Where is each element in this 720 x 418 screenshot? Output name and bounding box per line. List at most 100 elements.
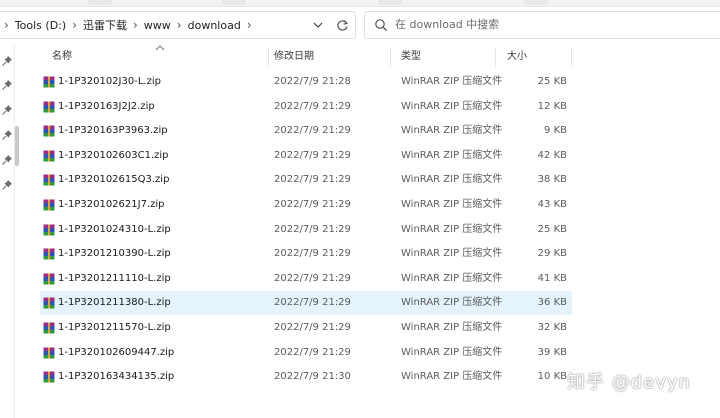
file-type: WinRAR ZIP 压缩文件 [401,223,503,235]
pin-icon[interactable] [1,79,13,91]
file-type: WinRAR ZIP 压缩文件 [401,149,503,161]
file-row[interactable]: 1-1P320163J2J2.zip 2022/7/9 21:29 WinRAR… [40,95,572,119]
file-size: 25 KB [537,223,567,235]
crumb-folder[interactable]: 迅雷下载 [81,17,129,33]
chevron-right-icon[interactable]: › [68,18,81,32]
file-type: WinRAR ZIP 压缩文件 [401,297,503,309]
file-modified-date: 2022/7/9 21:29 [274,272,351,284]
file-type: WinRAR ZIP 压缩文件 [401,272,503,284]
file-row[interactable]: 1-1P320102621J7.zip 2022/7/9 21:29 WinRA… [40,193,572,217]
file-size: 38 KB [537,174,567,186]
file-type: WinRAR ZIP 压缩文件 [401,371,503,383]
column-header-size[interactable]: 大小 [495,44,571,70]
file-name: 1-1P3201211570-L.zip [58,322,171,333]
column-header-date[interactable]: 修改日期 [262,44,390,70]
file-modified-date: 2022/7/9 21:29 [274,199,351,210]
file-modified-date: 2022/7/9 21:29 [274,297,351,309]
pin-icon[interactable] [1,55,13,67]
column-divider[interactable] [571,47,572,67]
file-row[interactable]: 1-1P320163434135.zip 2022/7/9 21:30 WinR… [40,365,572,389]
file-type: WinRAR ZIP 压缩文件 [401,346,503,358]
file-modified-date: 2022/7/9 21:29 [274,149,351,161]
file-size: 43 KB [537,199,567,210]
chevron-right-icon[interactable]: › [0,18,13,32]
crumb-current-folder[interactable]: download [186,19,243,32]
ribbon-tab[interactable] [222,0,246,5]
file-name: 1-1P3201210390-L.zip [58,248,171,260]
file-modified-date: 2022/7/9 21:29 [274,248,351,260]
search-input[interactable]: 在 download 中搜索 [395,12,499,38]
file-modified-date: 2022/7/9 21:29 [274,174,351,186]
ribbon-tab[interactable] [524,0,548,5]
winrar-zip-file-icon [43,125,55,137]
winrar-zip-file-icon [43,174,55,186]
column-header-name[interactable]: 名称 [40,44,268,70]
file-modified-date: 2022/7/9 21:29 [274,346,351,358]
file-size: 12 KB [537,100,567,112]
file-size: 36 KB [537,297,567,309]
search-box[interactable]: 在 download 中搜索 [364,11,720,39]
winrar-zip-file-icon [43,150,55,162]
file-row[interactable]: 1-1P320102J30-L.zip 2022/7/9 21:28 WinRA… [40,70,572,94]
chevron-right-icon[interactable]: › [173,18,186,32]
file-type: WinRAR ZIP 压缩文件 [401,100,503,112]
column-header-type[interactable]: 类型 [389,44,495,70]
file-size: 42 KB [537,149,567,161]
winrar-zip-file-icon [43,371,55,383]
pin-icon[interactable] [1,179,13,191]
chevron-right-icon[interactable]: › [243,18,256,32]
file-modified-date: 2022/7/9 21:29 [274,100,351,112]
ribbon-tab[interactable] [88,0,112,5]
file-modified-date: 2022/7/9 21:28 [274,76,351,87]
pin-icon[interactable] [1,154,13,166]
file-row[interactable]: 1-1P3201024310-L.zip 2022/7/9 21:29 WinR… [40,218,572,242]
file-name: 1-1P320102609447.zip [58,346,175,358]
ribbon-strip [0,0,720,7]
column-header: 名称 修改日期 类型 大小 [40,44,572,70]
file-size: 29 KB [537,248,567,260]
winrar-zip-file-icon [43,76,55,88]
navigation-pane[interactable] [0,44,15,418]
file-row[interactable]: 1-1P320102609447.zip 2022/7/9 21:29 WinR… [40,341,572,365]
winrar-zip-file-icon [43,101,55,113]
file-row[interactable]: 1-1P320163P3963.zip 2022/7/9 21:29 WinRA… [40,119,572,143]
breadcrumb: › Tools (D:) › 迅雷下载 › www › download › [0,12,256,38]
file-name: 1-1P3201211380-L.zip [58,297,171,309]
file-row[interactable]: 1-1P320102603C1.zip 2022/7/9 21:29 WinRA… [40,144,572,168]
file-modified-date: 2022/7/9 21:29 [274,125,351,137]
pin-icon[interactable] [1,104,13,116]
address-bar[interactable]: › Tools (D:) › 迅雷下载 › www › download › [0,11,356,39]
address-history-button[interactable] [310,16,326,34]
file-size: 9 KB [544,125,567,137]
file-size: 39 KB [537,346,567,358]
refresh-icon [336,19,348,31]
file-size: 41 KB [537,272,567,284]
file-name: 1-1P320163434135.zip [58,371,175,383]
winrar-zip-file-icon [43,347,55,359]
file-name: 1-1P320102J30-L.zip [58,76,161,87]
refresh-button[interactable] [332,15,352,35]
file-row[interactable]: 1-1P3201211570-L.zip 2022/7/9 21:29 WinR… [40,316,572,340]
file-name: 1-1P320163J2J2.zip [58,100,155,112]
winrar-zip-file-icon [43,199,55,211]
search-icon [375,19,387,31]
chevron-right-icon[interactable]: › [129,18,142,32]
file-type: WinRAR ZIP 压缩文件 [401,76,503,87]
winrar-zip-file-icon [43,322,55,334]
file-size: 25 KB [537,76,567,87]
file-modified-date: 2022/7/9 21:30 [274,371,351,383]
file-type: WinRAR ZIP 压缩文件 [401,248,503,260]
address-row: › Tools (D:) › 迅雷下载 › www › download › 在… [0,7,720,43]
ribbon-tab[interactable] [378,0,402,5]
file-row-selected[interactable]: 1-1P3201211380-L.zip 2022/7/9 21:29 WinR… [40,291,572,316]
file-row[interactable]: 1-1P3201211110-L.zip 2022/7/9 21:29 WinR… [40,267,572,291]
crumb-folder[interactable]: www [142,19,173,32]
pin-icon[interactable] [1,129,13,141]
crumb-drive[interactable]: Tools (D:) [13,19,68,32]
file-row[interactable]: 1-1P320102615Q3.zip 2022/7/9 21:29 WinRA… [40,168,572,192]
nav-scrollbar-thumb[interactable] [15,126,19,166]
file-row[interactable]: 1-1P3201210390-L.zip 2022/7/9 21:29 WinR… [40,242,572,266]
file-type: WinRAR ZIP 压缩文件 [401,199,503,210]
file-size: 10 KB [537,371,567,383]
file-modified-date: 2022/7/9 21:29 [274,322,351,333]
